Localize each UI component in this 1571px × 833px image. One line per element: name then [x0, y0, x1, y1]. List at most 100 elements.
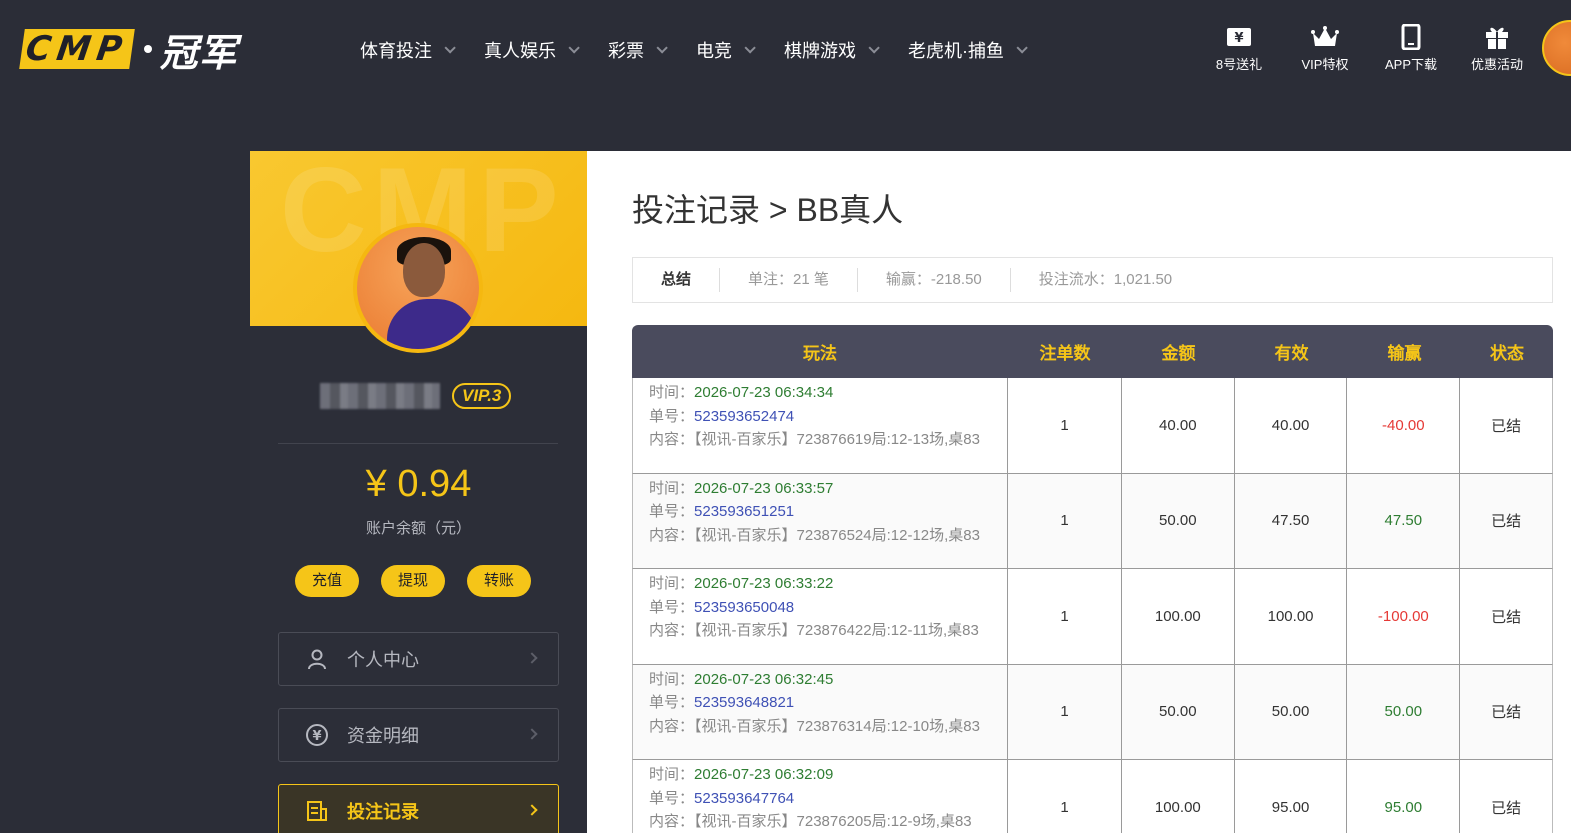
logo-dot: [143, 45, 152, 53]
nav-label: 老虎机·捕鱼: [908, 41, 1004, 61]
bet-status: 已结: [1491, 608, 1522, 626]
sidebar-item-label: 个人中心: [347, 650, 419, 670]
bet-count: 1: [1008, 473, 1122, 568]
header-avatar[interactable]: [1542, 20, 1571, 76]
bet-status: 已结: [1491, 513, 1522, 531]
chevron-down-icon: [868, 42, 880, 54]
bet-count: 1: [1008, 569, 1122, 664]
bet-order-link[interactable]: 523593647764: [694, 790, 794, 807]
tool-vip[interactable]: VIP特权: [1282, 24, 1368, 73]
label-content: 内容：: [649, 717, 695, 735]
table-row[interactable]: 时间：2026-07-23 06:33:57 单号：523593651251 内…: [632, 473, 1553, 569]
bet-amount: 100.00: [1122, 760, 1235, 833]
label-order: 单号：: [649, 407, 695, 425]
column-header: 有效: [1274, 344, 1309, 363]
label-order: 单号：: [649, 789, 695, 807]
avatar-head: [403, 243, 445, 297]
summary-total-label: 总结: [633, 268, 721, 292]
bet-order-link[interactable]: 523593652474: [694, 408, 794, 425]
bet-content: 【视讯-百家乐】723876314局:12-10场,桌83: [694, 717, 980, 735]
label-content: 内容：: [649, 526, 695, 544]
bet-content: 【视讯-百家乐】723876524局:12-12场,桌83: [694, 526, 980, 544]
column-header: 状态: [1490, 344, 1524, 363]
bet-status: 已结: [1491, 799, 1522, 817]
bet-info: 时间：2026-07-23 06:33:57 单号：523593651251 内…: [633, 473, 1009, 568]
sidebar-item-bet-records[interactable]: 投注记录: [278, 784, 559, 833]
label-time: 时间：: [649, 575, 695, 592]
vip-badge: VIP.3: [452, 383, 512, 409]
phone-icon: [1368, 24, 1454, 50]
label-order: 单号：: [649, 694, 695, 711]
bet-order-link[interactable]: 523593651251: [694, 503, 794, 520]
top-header: CMP 冠军 体育投注 真人娱乐 彩票 电竞 棋牌游戏 老虎机·捕鱼 ¥ 8号送…: [0, 0, 1571, 100]
bet-info: 时间：2026-07-23 06:34:34 单号：523593652474 内…: [633, 378, 1009, 473]
summary-bar: 总结 单注：21 笔 输赢：-218.50 投注流水：1,021.50: [632, 257, 1553, 303]
bet-count: 1: [1008, 378, 1122, 473]
bet-winloss: 95.00: [1347, 760, 1461, 833]
transfer-button[interactable]: 转账: [467, 565, 531, 597]
bet-amount: 50.00: [1122, 473, 1235, 568]
bet-valid: 100.00: [1235, 569, 1348, 664]
svg-text:¥: ¥: [1234, 31, 1243, 46]
nav-lottery[interactable]: 彩票: [608, 37, 668, 63]
bet-amount: 50.00: [1122, 664, 1235, 759]
account-sidebar: CMP VIP.3 ¥ 0.94 账户余额（元） 充值 提现 转账 个人中心 ¥…: [250, 151, 587, 833]
balance-label: 账户余额（元）: [365, 520, 471, 537]
bet-order-link[interactable]: 523593648821: [694, 694, 794, 711]
avatar[interactable]: [353, 223, 483, 353]
nav-label: 真人娱乐: [484, 41, 556, 61]
table-row[interactable]: 时间：2026-07-23 06:32:09 单号：523593647764 内…: [632, 760, 1553, 833]
brand-logo[interactable]: CMP 冠军: [19, 28, 238, 75]
sidebar-item-label: 投注记录: [347, 802, 419, 822]
bet-time: 2026-07-23 06:32:45: [694, 670, 834, 688]
column-header: 输赢: [1387, 344, 1422, 363]
svg-text:¥: ¥: [312, 729, 321, 744]
nav-card-games[interactable]: 棋牌游戏: [784, 37, 880, 63]
main-panel: 投注记录 > BB真人 总结 单注：21 笔 输赢：-218.50 投注流水：1…: [587, 151, 1571, 833]
deposit-button[interactable]: 充值: [295, 565, 359, 597]
tool-gift-8[interactable]: ¥ 8号送礼: [1196, 24, 1282, 73]
withdraw-button[interactable]: 提现: [381, 565, 445, 597]
summary-turnover: 投注流水：1,021.50: [1038, 271, 1173, 288]
bet-order-link[interactable]: 523593650048: [694, 599, 794, 616]
tool-app-download[interactable]: APP下载: [1368, 24, 1454, 73]
sidebar-divider: [278, 443, 558, 444]
chevron-down-icon: [656, 42, 668, 54]
bet-info: 时间：2026-07-23 06:32:45 单号：523593648821 内…: [633, 664, 1009, 759]
nav-slots-fishing[interactable]: 老虎机·捕鱼: [908, 37, 1028, 63]
yuan-circle-icon: ¥: [305, 723, 329, 747]
header-tools: ¥ 8号送礼 VIP特权 APP下载 优惠活动: [1196, 24, 1540, 73]
tool-label: 8号送礼: [1215, 57, 1263, 72]
chevron-right-icon: [526, 804, 538, 816]
bet-time: 2026-07-23 06:33:57: [694, 479, 834, 497]
bet-winloss: -100.00: [1347, 569, 1461, 664]
sidebar-item-profile[interactable]: 个人中心: [278, 632, 559, 686]
page-title: 投注记录 > BB真人: [632, 192, 904, 228]
nav-label: 棋牌游戏: [784, 41, 856, 61]
column-header: 玩法: [803, 344, 837, 363]
nav-esports[interactable]: 电竞: [696, 37, 756, 63]
bet-time: 2026-07-23 06:33:22: [694, 575, 834, 592]
nav-sports[interactable]: 体育投注: [360, 37, 456, 63]
sidebar-item-funds[interactable]: ¥ 资金明细: [278, 708, 559, 762]
table-row[interactable]: 时间：2026-07-23 06:34:34 单号：523593652474 内…: [632, 378, 1553, 474]
main-nav: 体育投注 真人娱乐 彩票 电竞 棋牌游戏 老虎机·捕鱼: [360, 36, 1056, 64]
table-row[interactable]: 时间：2026-07-23 06:33:22 单号：523593650048 内…: [632, 569, 1553, 665]
label-content: 内容：: [649, 431, 695, 448]
sidebar-item-label: 资金明细: [347, 726, 419, 746]
table-body: 时间：2026-07-23 06:34:34 单号：523593652474 内…: [632, 378, 1553, 833]
chevron-down-icon: [1016, 42, 1028, 54]
nav-live-casino[interactable]: 真人娱乐: [484, 37, 580, 63]
bet-valid: 40.00: [1235, 378, 1348, 473]
label-content: 内容：: [649, 622, 695, 639]
user-line: VIP.3: [320, 383, 512, 409]
avatar-shirt: [387, 299, 477, 349]
bet-count: 1: [1008, 760, 1122, 833]
table-row[interactable]: 时间：2026-07-23 06:32:45 单号：523593648821 内…: [632, 664, 1553, 760]
nav-label: 电竞: [696, 41, 732, 61]
bet-info: 时间：2026-07-23 06:33:22 单号：523593650048 内…: [633, 569, 1009, 664]
bet-winloss: -40.00: [1347, 378, 1461, 473]
tool-promotions[interactable]: 优惠活动: [1454, 24, 1540, 73]
label-time: 时间：: [649, 766, 695, 783]
user-icon: [305, 647, 329, 671]
